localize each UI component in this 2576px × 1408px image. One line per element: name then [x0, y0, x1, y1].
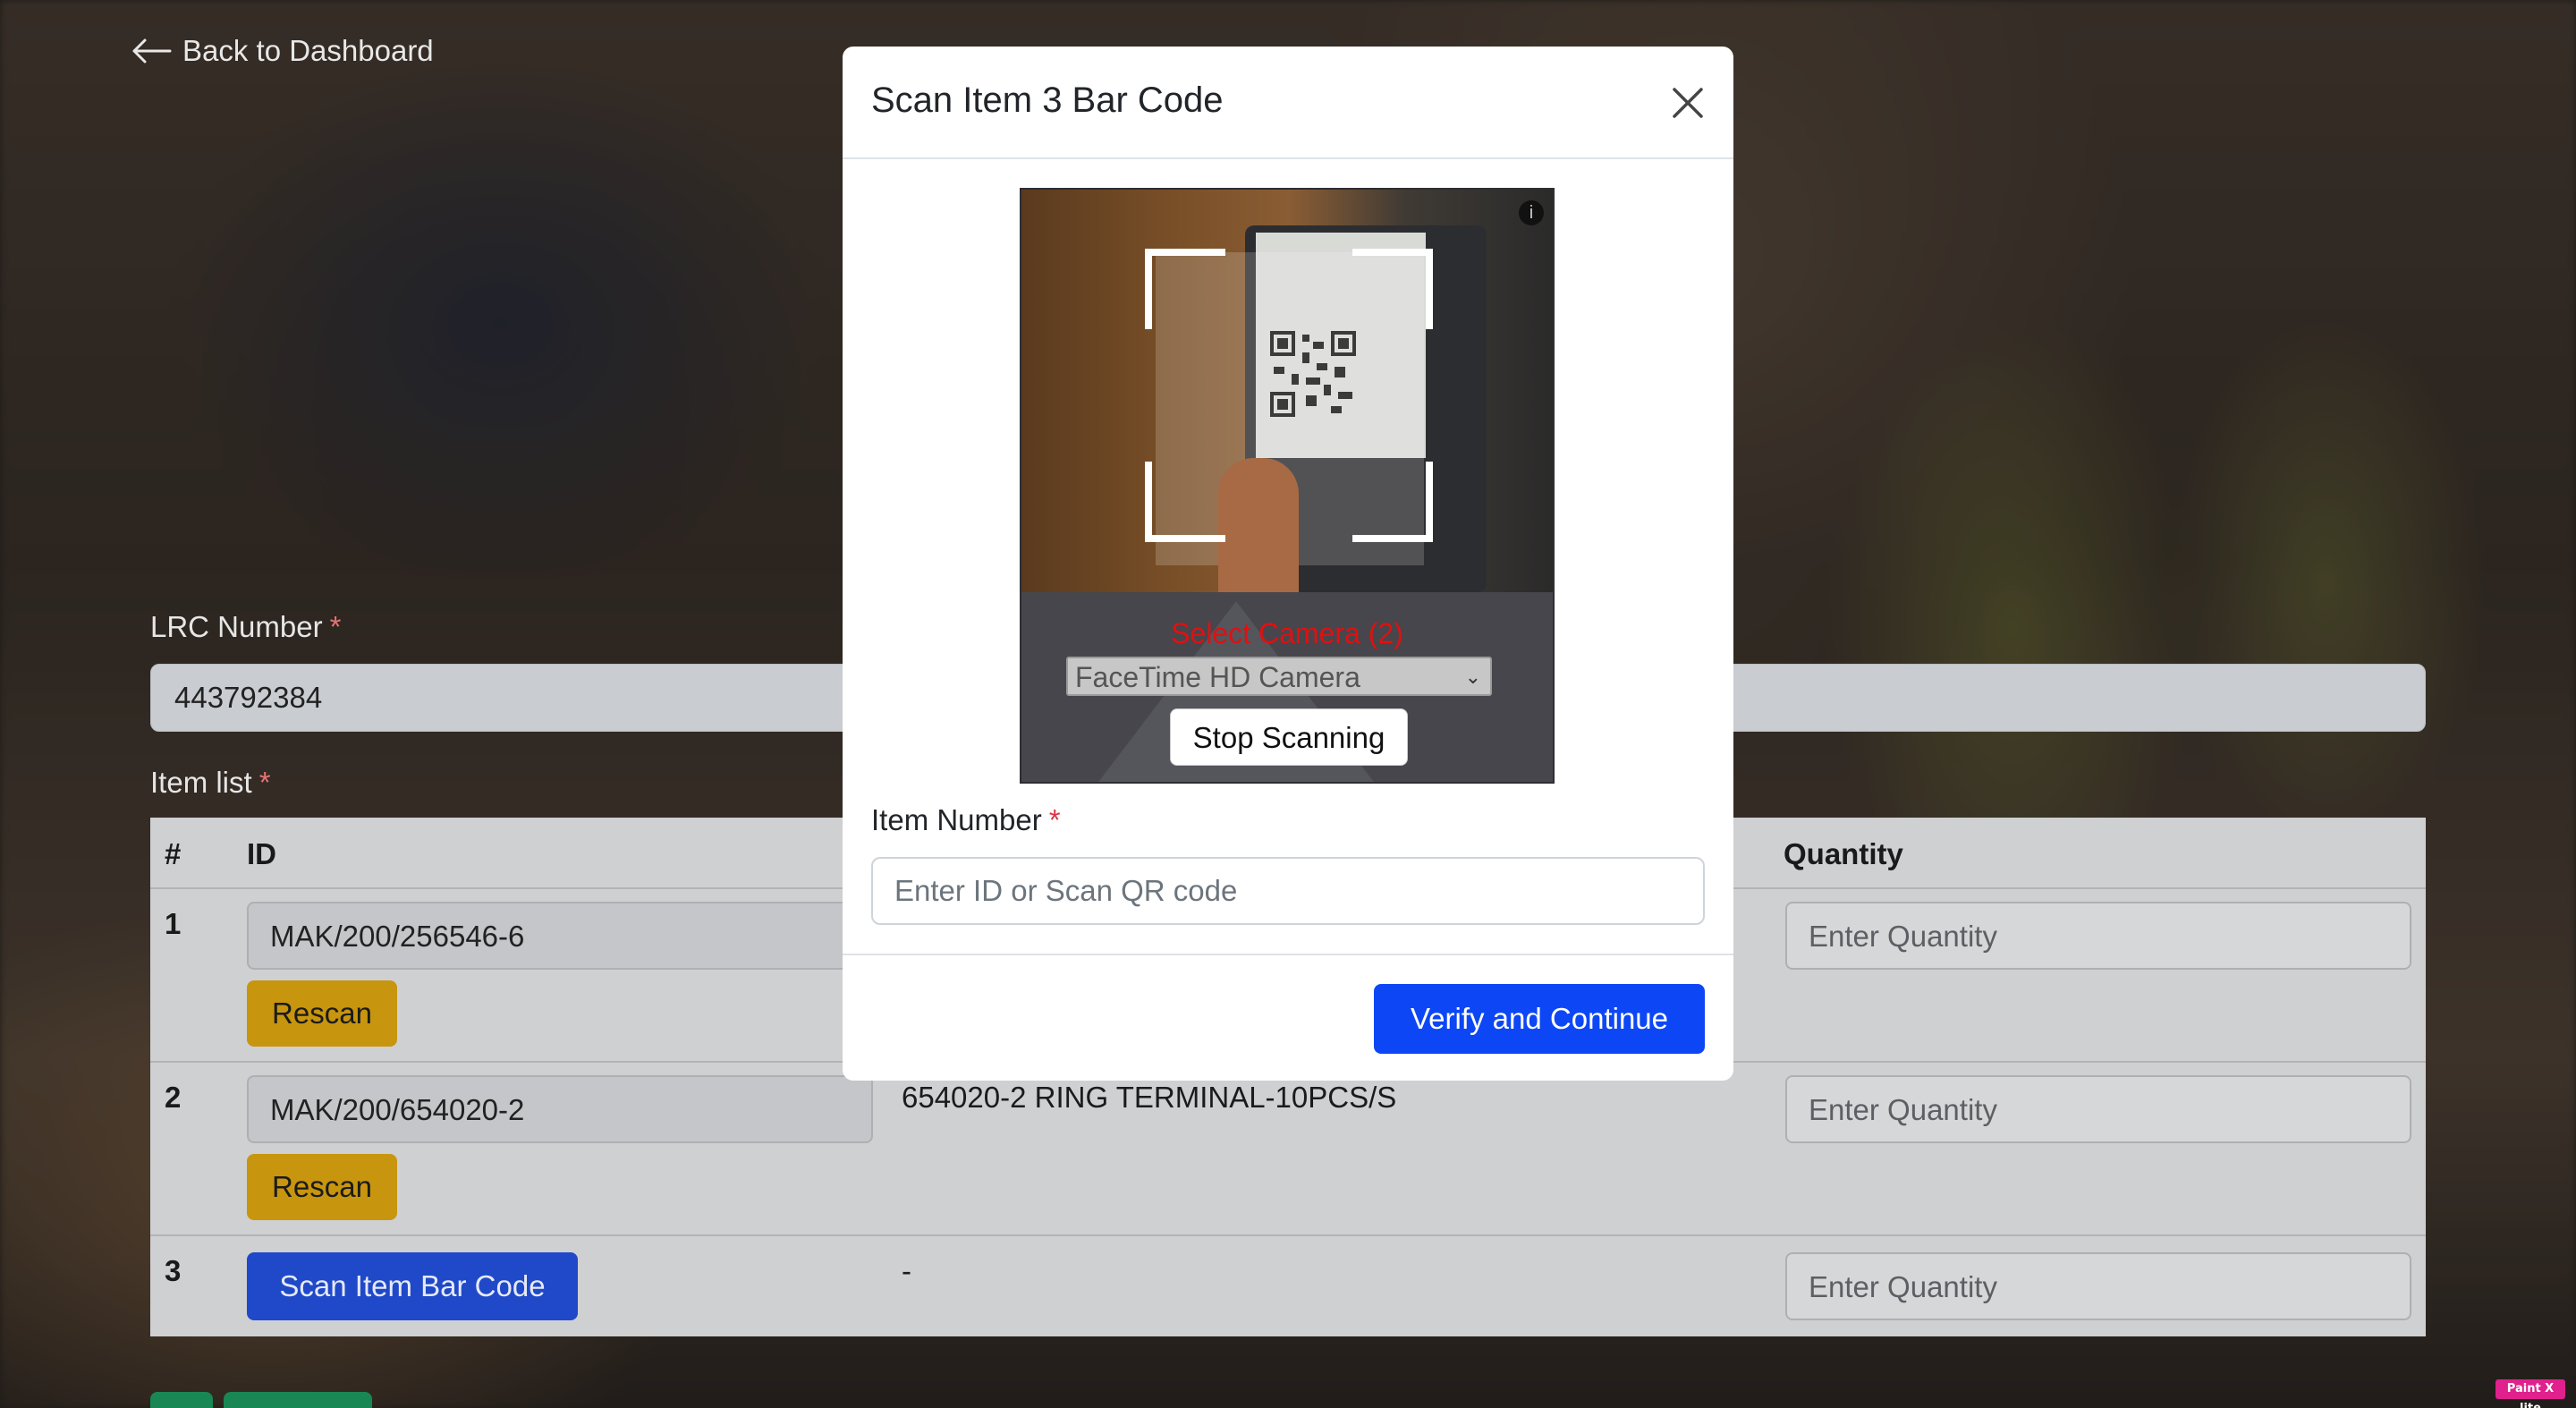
item-number-label: Item Number * — [871, 803, 1061, 836]
modal-title: Scan Item 3 Bar Code — [871, 81, 1224, 120]
header-id: ID — [247, 837, 276, 870]
modal-header: Scan Item 3 Bar Code — [843, 47, 1733, 159]
item-number-input[interactable] — [871, 857, 1705, 925]
back-to-dashboard-link[interactable]: Back to Dashboard — [131, 34, 434, 68]
green-button-partial[interactable] — [150, 1392, 213, 1408]
table-row: 3 Scan Item Bar Code - Enter Quantity — [150, 1236, 2426, 1336]
row-number: 1 — [165, 907, 182, 940]
quantity-input[interactable]: Enter Quantity — [1785, 902, 2411, 970]
rescan-button[interactable]: Rescan — [247, 1154, 397, 1220]
paint-x-lite-badge: Paint X lite — [2496, 1379, 2565, 1408]
item-id-field[interactable]: MAK/200/256546-6 — [247, 902, 873, 970]
table-row: 2 MAK/200/654020-2 Rescan 654020-2 RING … — [150, 1063, 2426, 1236]
lrc-number-label: LRC Number * — [150, 610, 342, 643]
scan-item-bar-code-button[interactable]: Scan Item Bar Code — [247, 1252, 578, 1320]
row-number: 2 — [165, 1081, 182, 1114]
scan-frame-corner — [1352, 462, 1433, 542]
scan-frame-corner — [1352, 249, 1433, 329]
stop-scanning-button[interactable]: Stop Scanning — [1170, 708, 1408, 766]
scan-frame-corner — [1145, 462, 1225, 542]
header-num: # — [165, 837, 182, 870]
camera-preview: i — [1021, 190, 1553, 592]
rescan-button[interactable]: Rescan — [247, 980, 397, 1047]
chevron-down-icon: ⌄ — [1464, 666, 1481, 688]
modal-footer-divider — [843, 954, 1733, 955]
item-id-field[interactable]: MAK/200/654020-2 — [247, 1075, 873, 1143]
item-description: 654020-2 RING TERMINAL-10PCS/S — [902, 1081, 1397, 1114]
header-quantity: Quantity — [1784, 837, 1903, 870]
select-camera-label: Select Camera (2) — [1171, 617, 1403, 649]
qr-scanner: i Select Camera (2) FaceTime HD Camera ⌄… — [1020, 188, 1555, 784]
scan-modal: Scan Item 3 Bar Code i Select Camera (2)… — [843, 47, 1733, 1081]
close-icon[interactable] — [1667, 82, 1708, 123]
item-description: - — [902, 1254, 911, 1287]
arrow-left-icon — [132, 38, 172, 64]
quantity-input[interactable]: Enter Quantity — [1785, 1075, 2411, 1143]
item-list-label: Item list * — [150, 766, 271, 799]
info-icon[interactable]: i — [1519, 200, 1544, 225]
scan-frame-corner — [1145, 249, 1225, 329]
camera-select[interactable]: FaceTime HD Camera ⌄ — [1066, 657, 1492, 696]
back-link-text: Back to Dashboard — [182, 34, 434, 67]
row-number: 3 — [165, 1254, 182, 1287]
green-button-partial[interactable] — [224, 1392, 372, 1408]
quantity-input[interactable]: Enter Quantity — [1785, 1252, 2411, 1320]
verify-and-continue-button[interactable]: Verify and Continue — [1374, 984, 1705, 1054]
